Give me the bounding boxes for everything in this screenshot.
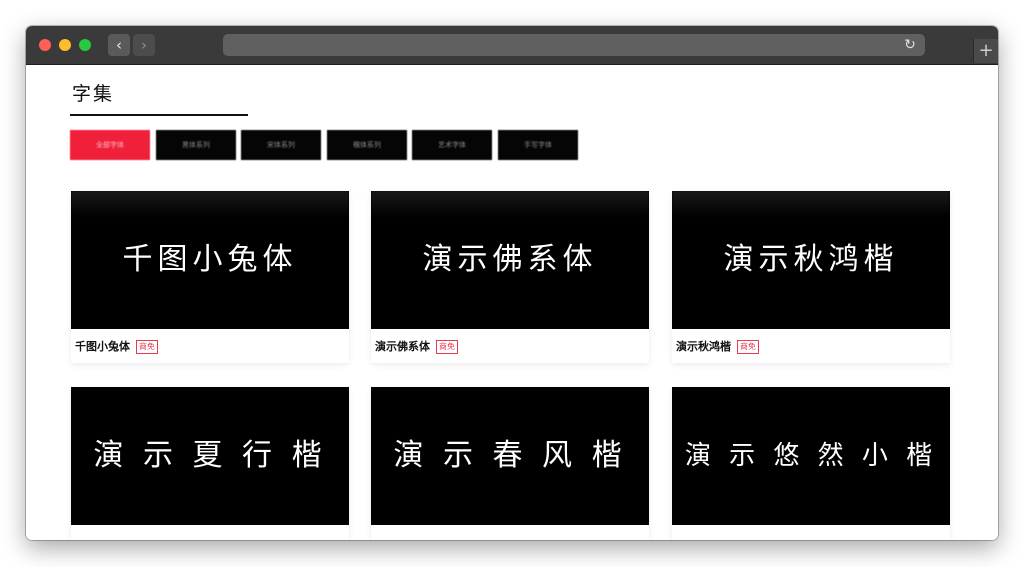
tab-song-series[interactable]: 宋体系列 xyxy=(241,130,321,160)
license-badge: 商免 xyxy=(737,340,759,354)
reload-icon[interactable]: ↻ xyxy=(901,34,919,56)
font-sample-text: 演示佛系体 xyxy=(422,242,598,277)
tab-kai-series[interactable]: 楷体系列 xyxy=(327,130,407,160)
forward-button[interactable]: › xyxy=(133,34,155,56)
minimize-window-button[interactable] xyxy=(59,39,71,51)
browser-toolbar: ‹ › ↻ + xyxy=(26,26,998,65)
title-underline xyxy=(70,114,248,116)
tab-hei-series[interactable]: 黑体系列 xyxy=(156,130,236,160)
license-badge: 商免 xyxy=(136,340,158,354)
font-name[interactable]: 千图小兔体 xyxy=(75,340,130,353)
font-sample-text: 演 示 悠 然 小 楷 xyxy=(684,441,938,471)
font-card[interactable]: 演示秋鸿楷 演示秋鸿楷 商免 xyxy=(672,191,950,363)
font-sample-text: 演 示 夏 行 楷 xyxy=(93,438,327,473)
font-card[interactable]: 演 示 春 风 楷 xyxy=(371,387,649,540)
tab-art-fonts[interactable]: 艺术字体 xyxy=(412,130,492,160)
tab-all-fonts[interactable]: 全部字体 xyxy=(70,130,150,160)
font-card[interactable]: 千图小兔体 千图小兔体 商免 xyxy=(71,191,349,363)
font-sample-text: 演示秋鸿楷 xyxy=(723,242,899,277)
font-card[interactable]: 演 示 夏 行 楷 xyxy=(71,387,349,540)
font-card[interactable]: 演示佛系体 演示佛系体 商免 xyxy=(371,191,649,363)
font-sample-text: 演 示 春 风 楷 xyxy=(393,438,627,473)
new-tab-button[interactable]: + xyxy=(973,39,998,63)
font-preview[interactable]: 演 示 春 风 楷 xyxy=(371,387,649,525)
font-name-row: 千图小兔体 商免 xyxy=(75,338,158,354)
font-name[interactable]: 演示佛系体 xyxy=(375,340,430,353)
browser-window: ‹ › ↻ + 字集 全部字体 黑体系列 宋体系列 楷体系列 艺术字体 手写字体… xyxy=(26,26,998,540)
address-bar[interactable]: ↻ xyxy=(223,34,925,56)
close-window-button[interactable] xyxy=(39,39,51,51)
tab-handwriting-fonts[interactable]: 手写字体 xyxy=(498,130,578,160)
license-badge: 商免 xyxy=(436,340,458,354)
page-content: 字集 全部字体 黑体系列 宋体系列 楷体系列 艺术字体 手写字体 千图小兔体 千… xyxy=(26,65,998,540)
font-preview[interactable]: 演 示 悠 然 小 楷 xyxy=(672,387,950,525)
font-preview[interactable]: 演示秋鸿楷 xyxy=(672,191,950,329)
font-preview[interactable]: 演示佛系体 xyxy=(371,191,649,329)
font-sample-text: 千图小兔体 xyxy=(122,242,298,277)
zoom-window-button[interactable] xyxy=(79,39,91,51)
font-name-row: 演示佛系体 商免 xyxy=(375,338,458,354)
page-title: 字集 xyxy=(72,83,115,105)
font-name-row: 演示秋鸿楷 商免 xyxy=(676,338,759,354)
font-preview[interactable]: 演 示 夏 行 楷 xyxy=(71,387,349,525)
back-button[interactable]: ‹ xyxy=(108,34,130,56)
chevron-right-icon: › xyxy=(141,36,147,54)
font-preview[interactable]: 千图小兔体 xyxy=(71,191,349,329)
font-card[interactable]: 演 示 悠 然 小 楷 xyxy=(672,387,950,540)
font-name[interactable]: 演示秋鸿楷 xyxy=(676,340,731,353)
chevron-left-icon: ‹ xyxy=(116,36,122,54)
